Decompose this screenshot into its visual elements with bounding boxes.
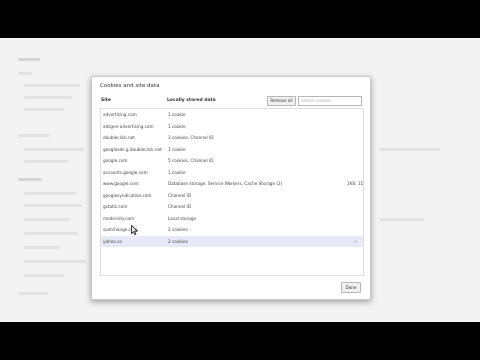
background-text [24,108,64,111]
background-text [24,274,64,277]
search-cookies-input[interactable] [298,96,362,106]
letterbox-bottom [0,322,480,360]
column-header-data: Locally stored data [167,98,216,103]
done-button[interactable]: Done [341,282,361,293]
remove-all-button[interactable]: Remove all [267,96,296,106]
column-header-site: Site [101,98,111,103]
background-text [380,148,440,151]
stored-data: 1 cookie [168,112,186,117]
site-name: yahoo.co [103,238,122,244]
site-name: adsgen-advertising.com [103,123,154,129]
dialog-title: Cookies and site data [100,83,160,89]
background-text [380,218,424,221]
background-text [24,96,72,99]
site-name: modernity.com [103,215,135,221]
cookie-row[interactable]: google.com 5 cookies, Channel ID [101,155,363,167]
background-text [18,178,42,181]
site-name: googlesyndication.com [103,192,152,198]
cookie-row[interactable]: advertising.com 1 cookie [101,109,363,121]
stored-data: 2 cookies [168,238,188,244]
stored-data: 1 cookie [168,169,186,175]
cookie-row[interactable]: www.google.com Database storage, Service… [101,178,363,190]
site-name: accounts.google.com [103,169,148,175]
stored-data: Local storage [168,215,197,221]
background-text [18,58,40,61]
cookie-row[interactable]: accounts.google.com 1 cookie [101,167,363,179]
background-text [24,218,70,221]
cookie-row[interactable]: adsgen-advertising.com 1 cookie [101,121,363,133]
letterbox-top [0,0,480,38]
site-name: google.com [103,158,128,163]
stored-data: Channel ID [168,204,191,209]
storage-size: 2KB, 1D [347,181,364,186]
cookie-row[interactable]: doubleclick.net 3 cookies, Channel ID [101,132,363,144]
cookie-list[interactable]: advertising.com 1 cookie adsgen-advertis… [100,108,364,276]
background-text [18,72,32,75]
site-name: gstatic.com [103,204,128,209]
background-text [18,134,50,137]
background-text [24,204,82,207]
cookie-row-selected[interactable]: yahoo.co 2 cookies × [101,235,363,247]
background-text [18,292,48,295]
background-text [24,246,60,249]
stored-data: 3 cookies, Channel ID [168,135,214,140]
cookie-row[interactable]: modernity.com Local storage [101,213,363,225]
background-text [24,192,76,195]
site-name: www.google.com [103,181,139,186]
site-name: googleads.g.doubleclick.net [103,146,162,152]
stored-data: 2 cookies [168,227,188,232]
cookies-dialog: Cookies and site data Site Locally store… [91,76,371,300]
cookie-row[interactable]: googlesyndication.com Channel ID [101,190,363,202]
background-text [24,232,78,235]
background-text [24,148,84,151]
background-text [24,260,86,263]
site-name: advertising.com [103,112,137,117]
cookie-row[interactable]: gstatic.com Channel ID [101,201,363,213]
remove-row-icon[interactable]: × [354,239,357,244]
cookie-row[interactable]: googleads.g.doubleclick.net 1 cookie [101,144,363,156]
stored-data: 1 cookie [168,123,186,129]
background-text [24,84,80,87]
stored-data: Database storage, Service Workers, Cache… [168,181,283,186]
mouse-cursor-icon [131,225,138,235]
site-name: doubleclick.net [103,135,135,140]
stored-data: 1 cookie [168,146,186,152]
cookie-row[interactable]: sootchange.com 2 cookies [101,224,363,236]
stored-data: Channel ID [168,192,191,198]
list-header: Site Locally stored data Remove all [101,96,363,107]
stored-data: 5 cookies, Channel ID [168,158,214,163]
background-text [24,160,68,163]
